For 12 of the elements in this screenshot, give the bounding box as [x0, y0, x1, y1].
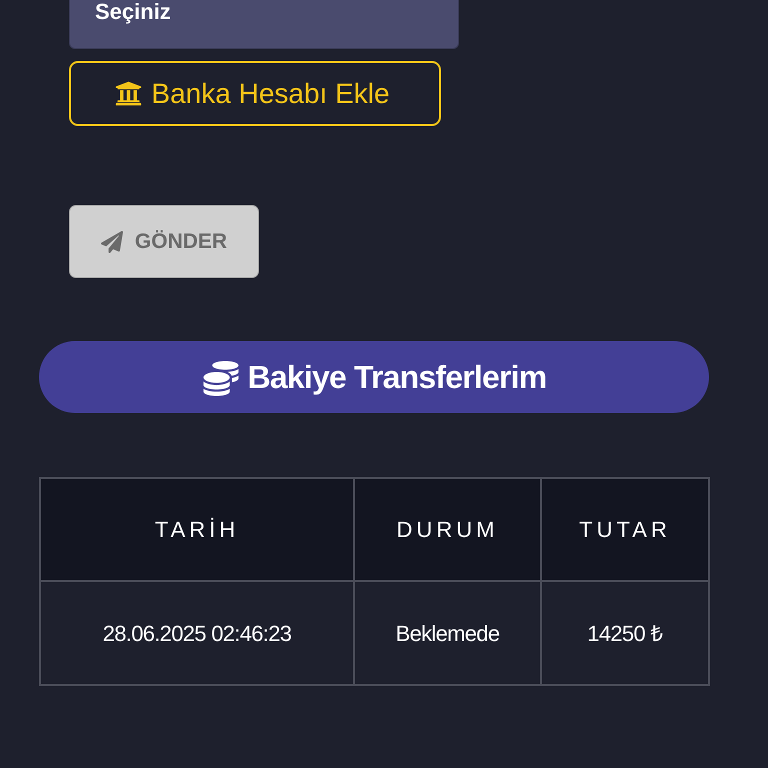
transfers-header-banner: Bakiye Transferlerim [39, 341, 709, 413]
paper-plane-icon [100, 230, 123, 252]
table-cell: 14250 ₺ [541, 581, 709, 685]
table-cell: Beklemede [354, 581, 541, 685]
coins-icon [202, 360, 240, 396]
column-header: TARİH [40, 478, 354, 581]
table-cell: 28.06.2025 02:46:23 [40, 581, 354, 685]
bank-select[interactable]: Seçiniz [69, 0, 459, 49]
bank-icon [114, 80, 144, 107]
column-header: TUTAR [541, 478, 709, 581]
add-bank-account-button[interactable]: Banka Hesabı Ekle [69, 61, 441, 126]
column-header: DURUM [354, 478, 541, 581]
